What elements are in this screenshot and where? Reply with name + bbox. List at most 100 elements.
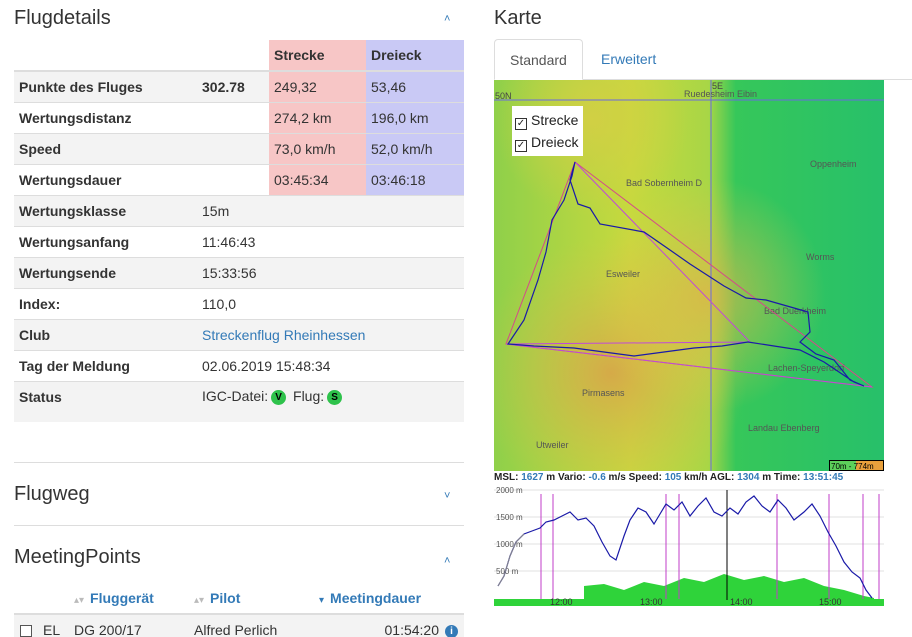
speed-unit: km/h: [684, 472, 708, 483]
row-dreieck-value: 03:46:18: [366, 163, 464, 195]
flug-status-badge: S: [327, 390, 343, 406]
row-total: [197, 163, 269, 195]
kennzeichen: EL: [43, 622, 61, 637]
row-strecke-value: 73,0 km/h: [269, 132, 366, 164]
flug-label: Flug:: [293, 388, 325, 405]
row-checkbox[interactable]: [20, 625, 32, 637]
time-value: 13:51:45: [803, 472, 844, 483]
legend-label: Dreieck: [531, 134, 579, 150]
grid-label-50n: 50N: [495, 91, 512, 101]
row-label: Status: [14, 380, 197, 412]
table-row: EL DG 200/17 Alfred Perlich 01:54:20 i: [14, 614, 464, 637]
row-label: Wertungsdauer: [14, 163, 197, 195]
place-label: Bad Sobernheim D: [626, 178, 703, 188]
flugdetails-table: Strecke Dreieck Punkte des Fluges 302.78…: [14, 40, 464, 422]
sort-icon: ▴▾: [194, 594, 205, 606]
sort-meetingdauer[interactable]: ▾ Meetingdauer: [319, 582, 464, 615]
place-label: Utweiler: [536, 440, 569, 450]
info-icon[interactable]: i: [445, 624, 458, 637]
expand-down-icon[interactable]: ˅: [444, 491, 454, 502]
collapse-up-icon[interactable]: ˄: [444, 556, 454, 567]
row-value: 02.06.2019 15:48:34: [197, 349, 464, 381]
flugweg-heading[interactable]: Flugweg ˅: [14, 463, 464, 525]
meetingpoints-heading: MeetingPoints ˄: [14, 526, 464, 582]
y-tick-label: 1000 m: [496, 540, 523, 549]
row-label: Wertungsdistanz: [14, 101, 197, 133]
header-strecke: Strecke: [269, 40, 366, 72]
row-wertungsanfang: Wertungsanfang 11:46:43: [14, 225, 464, 257]
row-value: 15m: [197, 194, 464, 226]
row-total: [197, 101, 269, 133]
msl-value: 1627: [521, 472, 544, 483]
row-punkte: Punkte des Fluges 302.78 249,32 53,46: [14, 70, 464, 102]
row-label: Club: [14, 318, 197, 350]
status-value: IGC-Datei: V Flug: S: [197, 380, 464, 412]
vario-value: -0.6: [588, 472, 606, 483]
collapse-up-icon[interactable]: ˄: [444, 14, 454, 25]
karte-title: Karte: [494, 7, 542, 29]
row-wertungsdauer: Wertungsdauer 03:45:34 03:46:18: [14, 163, 464, 195]
meetingdauer-cell: 01:54:20: [384, 622, 440, 637]
header-dreieck: Dreieck: [366, 40, 464, 72]
club-link[interactable]: Streckenflug Rheinhessen: [202, 327, 365, 343]
header-empty-total: [197, 40, 269, 72]
row-dreieck-value: 52,0 km/h: [366, 132, 464, 164]
vario-label: Vario:: [557, 472, 586, 483]
sort-pilot[interactable]: ▴▾ Pilot: [194, 582, 319, 615]
x-tick-label: 14:00: [730, 597, 753, 606]
pilot-header: Pilot: [210, 589, 241, 606]
checkbox-checked-icon[interactable]: ✓: [515, 140, 527, 152]
row-speed: Speed 73,0 km/h 52,0 km/h: [14, 132, 464, 164]
row-strecke-value: 274,2 km: [269, 101, 366, 133]
row-wertungsdistanz: Wertungsdistanz 274,2 km 196,0 km: [14, 101, 464, 133]
meetingpoints-title: MeetingPoints: [14, 546, 141, 568]
row-index: Index: 110,0: [14, 287, 464, 319]
meetingpoints-table: ▴▾ Fluggerät ▴▾ Pilot ▾ Meetingdauer EL DG …: [14, 582, 464, 637]
igc-label: IGC-Datei:: [202, 388, 269, 405]
legend-label: Strecke: [531, 112, 579, 128]
tab-standard[interactable]: Standard: [494, 39, 583, 80]
row-strecke-value: 03:45:34: [269, 163, 366, 195]
agl-value: 1304: [737, 472, 760, 483]
row-value: 110,0: [197, 287, 464, 319]
sort-desc-icon: ▾: [319, 594, 325, 606]
row-wertungsende: Wertungsende 15:33:56: [14, 256, 464, 288]
row-label: Wertungsklasse: [14, 194, 197, 226]
agl-unit: m: [762, 472, 772, 483]
row-dreieck-value: 53,46: [366, 70, 464, 102]
sort-fluggeraet[interactable]: ▴▾ Fluggerät: [74, 582, 194, 615]
igc-status-badge: V: [271, 390, 287, 406]
flugdetails-heading: Flugdetails ˄: [14, 0, 464, 40]
sort-icon: ▴▾: [74, 594, 85, 606]
header-empty: [14, 40, 197, 72]
place-label: Bad Duerkheim: [764, 306, 826, 316]
y-tick-label: 500 m: [496, 567, 519, 576]
row-label: Speed: [14, 132, 197, 164]
row-dreieck-value: 196,0 km: [366, 101, 464, 133]
place-label: Worms: [806, 252, 835, 262]
pilot-cell: Alfred Perlich: [194, 622, 278, 637]
row-label: Wertungsende: [14, 256, 197, 288]
row-club: Club Streckenflug Rheinhessen: [14, 318, 464, 350]
flight-map[interactable]: 5E 50N Ruedesheim Eibin Bad Sobernheim D…: [494, 80, 884, 471]
row-label: Index:: [14, 287, 197, 319]
right-column: Karte Standard Erweitert 5E 50N Ruedeshe…: [494, 0, 912, 607]
msl-unit: m: [546, 472, 556, 483]
legend-dreieck[interactable]: ✓ Dreieck: [515, 131, 578, 153]
map-tabs: Standard Erweitert: [494, 39, 912, 80]
scale-label: 70m - 774m: [831, 462, 874, 471]
place-label: Landau Ebenberg: [748, 423, 820, 433]
row-label: Wertungsanfang: [14, 225, 197, 257]
place-label: Pirmasens: [582, 388, 625, 398]
row-strecke-value: 249,32: [269, 70, 366, 102]
time-label: Time:: [773, 472, 801, 483]
y-tick-label: 2000 m: [496, 486, 523, 495]
row-total: [197, 132, 269, 164]
msl-label: MSL:: [494, 472, 519, 483]
flugdetails-title: Flugdetails: [14, 7, 111, 29]
fluggeraet-cell: DG 200/17: [74, 622, 142, 637]
legend-strecke[interactable]: ✓ Strecke: [515, 109, 578, 131]
checkbox-checked-icon[interactable]: ✓: [515, 118, 527, 130]
tab-erweitert[interactable]: Erweitert: [586, 39, 671, 80]
barogram[interactable]: 2000 m 1500 m 1000 m 500 m 12:00 13:00 1…: [494, 486, 884, 607]
